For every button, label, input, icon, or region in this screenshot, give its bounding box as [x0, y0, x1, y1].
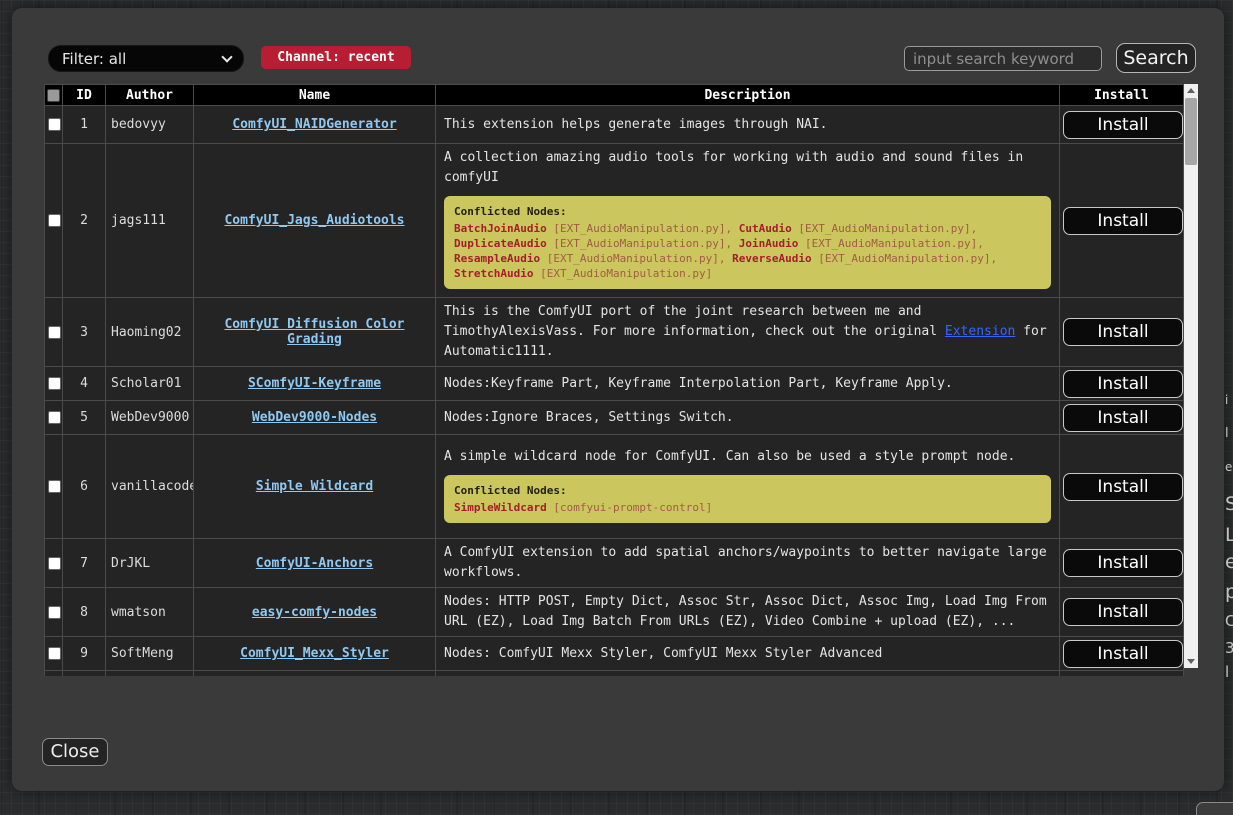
arrow-up-icon [1187, 88, 1195, 93]
row-description: This extension helps generate images thr… [436, 106, 1060, 144]
header-install: Install [1060, 85, 1184, 106]
custom-nodes-manager-dialog: Filter: all Channel: recent Search ID Au… [12, 8, 1224, 791]
row-author: DrJKL [106, 539, 194, 588]
conflict-warning-box: Conflicted Nodes: BatchJoinAudio [EXT_Au… [444, 196, 1051, 289]
extension-name-link[interactable]: easy-comfy-nodes [252, 605, 377, 620]
header-author: Author [106, 85, 194, 106]
row-description: A collection amazing audio tools for wor… [444, 148, 1051, 188]
row-checkbox[interactable] [48, 606, 61, 619]
row-id: 5 [63, 401, 106, 435]
row-author: WebDev9000 [106, 401, 194, 435]
extension-name-link[interactable]: ComfyUI-Anchors [256, 556, 373, 571]
row-checkbox[interactable] [48, 377, 61, 390]
table-row: 4 Scholar01 SComfyUI-Keyframe Nodes:Keyf… [45, 367, 1184, 401]
row-checkbox[interactable] [48, 557, 61, 570]
conflict-items: SimpleWildcard [comfyui-prompt-control] [454, 500, 1041, 515]
row-author: Scholar01 [106, 367, 194, 401]
extension-name-link[interactable]: SComfyUI-Keyframe [248, 376, 381, 391]
table-row: 5 WebDev9000 WebDev9000-Nodes Nodes:Igno… [45, 401, 1184, 435]
row-description: Nodes:Keyframe Part, Keyframe Interpolat… [436, 367, 1060, 401]
row-id: 4 [63, 367, 106, 401]
row-id: 3 [63, 298, 106, 367]
filter-select-wrap: Filter: all [48, 45, 244, 72]
table-row: 6 vanillacode… Simple Wildcard A simple … [45, 435, 1184, 539]
row-id: 7 [63, 539, 106, 588]
extension-hyperlink[interactable]: Extension [945, 324, 1015, 339]
filter-select[interactable]: Filter: all [48, 45, 244, 72]
row-author: wmatson [106, 588, 194, 637]
header-name: Name [194, 85, 436, 106]
row-author: vanillacode… [106, 435, 194, 539]
row-checkbox[interactable] [48, 647, 61, 660]
row-description: Nodes: HTTP POST, Empty Dict, Assoc Str,… [436, 588, 1060, 637]
row-description: This is the ComfyUI port of the joint re… [436, 298, 1060, 367]
background-ui-edge: i l e S L e p C 3 l [1224, 0, 1233, 815]
row-author: zcfrank1st [106, 671, 194, 677]
search-button[interactable]: Search [1116, 43, 1196, 73]
table-header-row: ID Author Name Description Install [45, 85, 1184, 106]
table-row: 1 bedovyy ComfyUI_NAIDGenerator This ext… [45, 106, 1184, 144]
row-id: 6 [63, 435, 106, 539]
conflict-items: BatchJoinAudio [EXT_AudioManipulation.py… [454, 221, 1041, 281]
row-description: A simple wildcard node for ComfyUI. Can … [444, 447, 1051, 467]
row-id: 10 [63, 671, 106, 677]
row-description: Nodes: Yolov8Detection, Yolov8Segmentati… [436, 671, 1060, 677]
search-input[interactable] [904, 46, 1102, 71]
row-checkbox[interactable] [48, 411, 61, 424]
row-description: Nodes: ComfyUI Mexx Styler, ComfyUI Mexx… [436, 637, 1060, 671]
row-checkbox[interactable] [48, 118, 61, 131]
arrow-down-icon [1187, 659, 1195, 664]
install-button[interactable]: Install [1063, 318, 1183, 346]
table-row: 7 DrJKL ComfyUI-Anchors A ComfyUI extens… [45, 539, 1184, 588]
extensions-table: ID Author Name Description Install 1 bed… [44, 84, 1184, 676]
install-button[interactable]: Install [1063, 404, 1183, 432]
conflict-title: Conflicted Nodes: [454, 204, 1041, 219]
install-button[interactable]: Install [1063, 207, 1183, 235]
select-all-header [45, 85, 63, 106]
select-all-checkbox[interactable] [47, 89, 60, 102]
conflict-title: Conflicted Nodes: [454, 483, 1041, 498]
row-id: 1 [63, 106, 106, 144]
install-button[interactable]: Install [1063, 598, 1183, 626]
background-partial-button [1196, 802, 1233, 815]
row-id: 2 [63, 144, 106, 298]
scroll-up-button[interactable] [1184, 84, 1198, 97]
row-author: SoftMeng [106, 637, 194, 671]
table-row: 10 zcfrank1st ComfyUI Yolov8 Nodes: Yolo… [45, 671, 1184, 677]
extension-name-link[interactable]: ComfyUI_NAIDGenerator [232, 117, 396, 132]
install-button[interactable]: Install [1063, 473, 1183, 501]
scrollbar-thumb[interactable] [1185, 98, 1197, 165]
row-id: 8 [63, 588, 106, 637]
channel-button[interactable]: Channel: recent [261, 46, 411, 69]
install-button[interactable]: Install [1063, 640, 1183, 668]
install-button[interactable]: Install [1063, 370, 1183, 398]
extension-name-link[interactable]: ComfyUI_Mexx_Styler [240, 646, 389, 661]
row-description: A ComfyUI extension to add spatial ancho… [436, 539, 1060, 588]
table-scrollbar[interactable] [1184, 84, 1198, 668]
install-button[interactable]: Install [1063, 549, 1183, 577]
header-id: ID [63, 85, 106, 106]
close-button[interactable]: Close [42, 738, 108, 766]
row-checkbox[interactable] [48, 214, 61, 227]
table-row: 2 jags111 ComfyUI_Jags_Audiotools A coll… [45, 144, 1184, 298]
extension-name-link[interactable]: ComfyUI_Jags_Audiotools [224, 213, 404, 228]
table-row: 3 Haoming02 ComfyUI Diffusion Color Grad… [45, 298, 1184, 367]
row-author: jags111 [106, 144, 194, 298]
row-author: bedovyy [106, 106, 194, 144]
header-description: Description [436, 85, 1060, 106]
row-description: Nodes:Ignore Braces, Settings Switch. [436, 401, 1060, 435]
table-row: 9 SoftMeng ComfyUI_Mexx_Styler Nodes: Co… [45, 637, 1184, 671]
row-checkbox[interactable] [48, 480, 61, 493]
install-button[interactable]: Install [1063, 111, 1183, 139]
scroll-down-button[interactable] [1184, 655, 1198, 668]
table-row: 8 wmatson easy-comfy-nodes Nodes: HTTP P… [45, 588, 1184, 637]
extension-name-link[interactable]: Simple Wildcard [256, 479, 373, 494]
extensions-table-area: ID Author Name Description Install 1 bed… [44, 84, 1200, 676]
row-author: Haoming02 [106, 298, 194, 367]
extension-name-link[interactable]: ComfyUI Diffusion Color Grading [224, 317, 404, 347]
conflict-warning-box: Conflicted Nodes: SimpleWildcard [comfyu… [444, 475, 1051, 523]
extension-name-link[interactable]: WebDev9000-Nodes [252, 410, 377, 425]
row-id: 9 [63, 637, 106, 671]
row-checkbox[interactable] [48, 326, 61, 339]
